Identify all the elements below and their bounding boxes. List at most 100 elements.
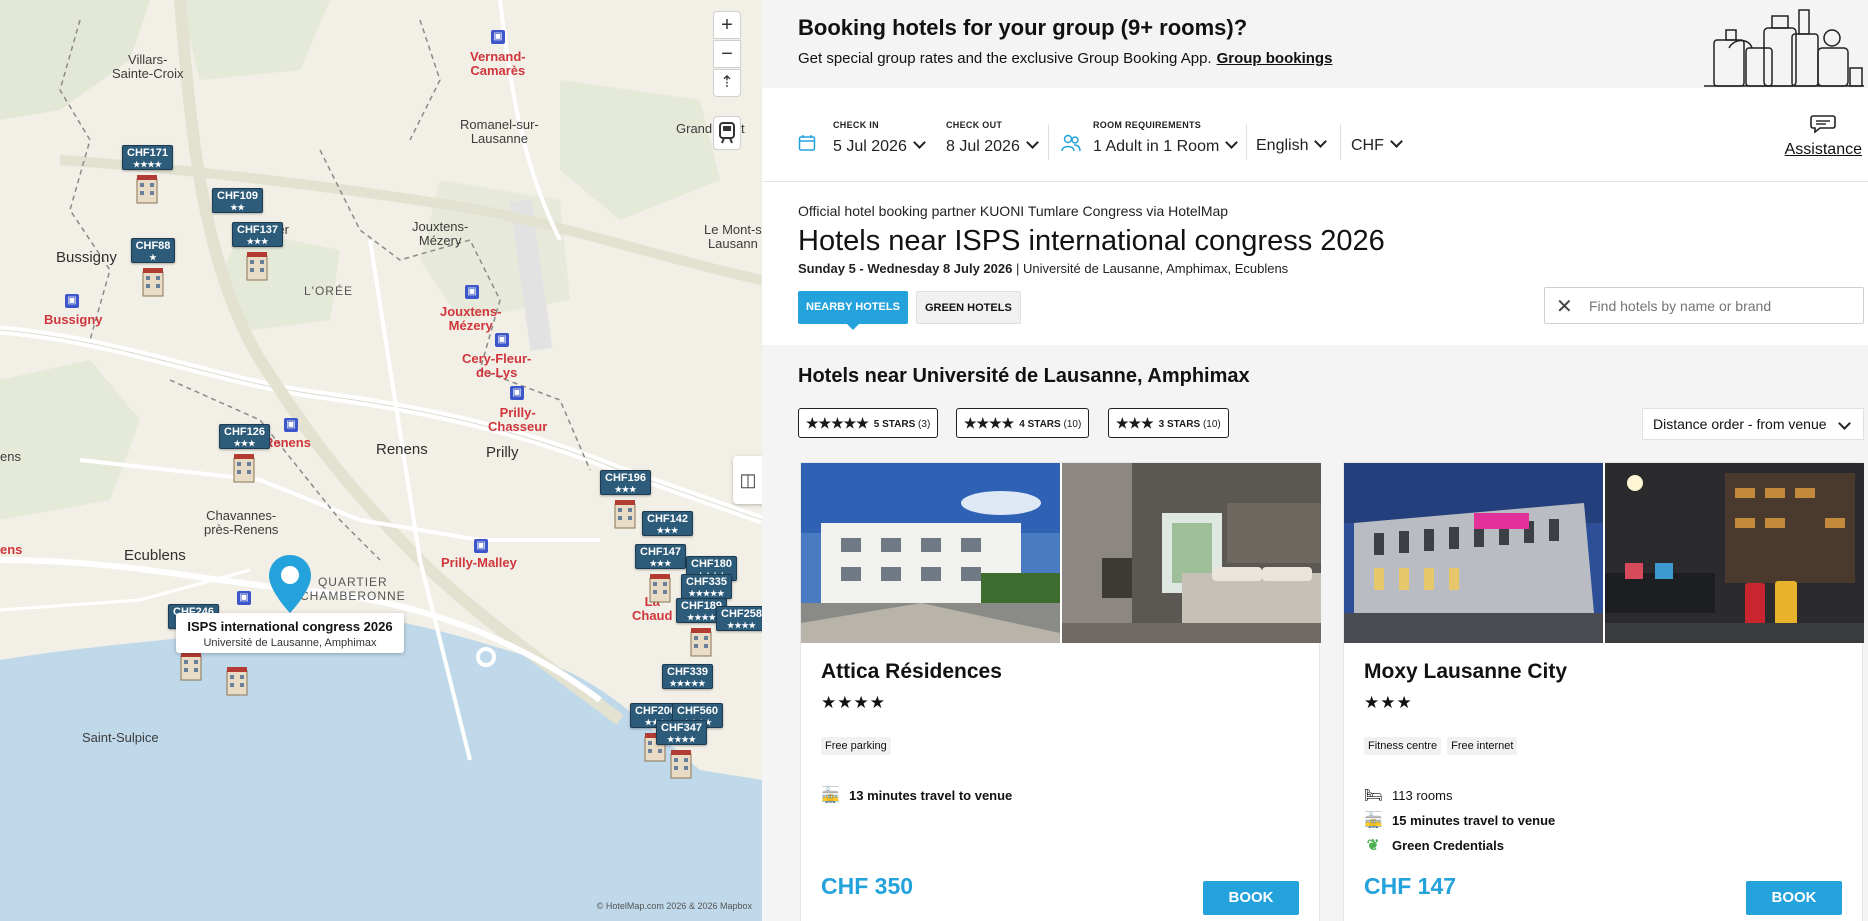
place-label: Prilly	[486, 444, 519, 461]
tram-icon: 🚋	[821, 787, 840, 804]
train-station-icon: ▣	[284, 418, 298, 432]
map-background	[0, 0, 762, 921]
station-label: Jouxtens- Mézery	[440, 304, 502, 333]
hotel-pin[interactable]: CHF126 ★★★	[219, 424, 270, 484]
train-station-icon: ▣	[491, 30, 505, 44]
station-label: Prilly-Malley	[441, 555, 517, 570]
hotel-pin[interactable]: CHF335 ★★★★★	[681, 574, 732, 601]
hotel-pin[interactable]: CHF88 ★	[128, 238, 178, 298]
filter-3-stars[interactable]: ★★★ 3 STARS (10)	[1108, 408, 1229, 438]
station-label: Prilly- Chasseur	[488, 405, 548, 434]
hotel-pin[interactable]: CHF258 ★★★★	[716, 606, 762, 633]
page-title: Hotels near ISPS international congress …	[798, 225, 1385, 257]
hotel-exterior-photo	[801, 463, 1060, 643]
train-station-icon: ▣	[474, 539, 488, 553]
place-label: Jouxtens- Mézery	[412, 219, 469, 248]
venue-popup-title: ISPS international congress 2026	[187, 619, 393, 634]
place-label: Villars- Sainte-Croix	[112, 52, 184, 81]
leaf-icon: ❦	[1366, 837, 1380, 854]
currency-select[interactable]: CHF	[1351, 135, 1403, 155]
train-icon	[719, 122, 735, 144]
travel-time: 🚋 15 minutes travel to venue	[1364, 812, 1556, 829]
hotel-card[interactable]: Attica Résidences ★★★★ Free parking 🚋 13 …	[800, 462, 1321, 921]
hotel-pin[interactable]: CHF137 ★★★	[232, 222, 283, 282]
zoom-in-button[interactable]: +	[713, 11, 741, 39]
hotel-price: CHF 147	[1364, 873, 1457, 899]
hotel-pin[interactable]: CHF339 ★★★★★	[662, 664, 713, 691]
place-label: L'ORÉE	[304, 284, 353, 298]
event-dates: Sunday 5 - Wednesday 8 July 2026 | Unive…	[798, 261, 1289, 276]
book-button[interactable]: BOOK	[1746, 881, 1842, 915]
transit-toggle-button[interactable]	[713, 116, 741, 150]
venue-marker-icon[interactable]	[266, 553, 314, 615]
group-banner-title: Booking hotels for your group (9+ rooms)…	[798, 15, 1248, 40]
chevron-down-icon	[912, 136, 926, 149]
train-station-icon: ▣	[465, 285, 479, 299]
hotel-pin[interactable]: CHF109 ★★	[212, 188, 263, 215]
hotel-card[interactable]: Moxy Lausanne City ★★★ Fitness centre Fre…	[1343, 462, 1864, 921]
group-bookings-link[interactable]: Group bookings	[1217, 50, 1333, 67]
checkin-field[interactable]: CHECK IN 5 Jul 2026	[833, 120, 926, 156]
hotel-building-icon	[226, 667, 248, 696]
station-label: Cery-Fleur-de-Lys	[462, 351, 532, 380]
hotel-building-icon	[180, 652, 202, 681]
tram-icon: 🚋	[1364, 812, 1383, 829]
divider	[1340, 124, 1341, 160]
event-intro: Official hotel booking partner KUONI Tum…	[798, 203, 1858, 276]
train-station-icon: ▣	[495, 333, 509, 347]
guests-icon	[1061, 134, 1081, 152]
clear-search-icon[interactable]: ✕	[1556, 294, 1573, 319]
amenity-tag: Fitness centre	[1364, 737, 1442, 755]
divider	[1246, 124, 1247, 160]
chevron-down-icon	[1838, 417, 1851, 430]
book-button[interactable]: BOOK	[1203, 881, 1299, 915]
bed-icon: 🛏	[1364, 787, 1384, 804]
station-label: ens	[0, 542, 23, 557]
green-credentials[interactable]: ❦ Green Credentials	[1364, 836, 1504, 854]
filter-4-stars[interactable]: ★★★★ 4 STARS (10)	[956, 408, 1090, 438]
place-label: Bussigny	[56, 249, 117, 266]
compass-button[interactable]: ⇡	[713, 69, 741, 97]
place-label: Chavannes-près-Renens	[204, 508, 279, 537]
tab-nearby-hotels[interactable]: NEARBY HOTELS	[798, 291, 908, 330]
filter-5-stars[interactable]: ★★★★★ 5 STARS (3)	[798, 408, 939, 438]
search-bar: CHECK IN 5 Jul 2026 CHECK OUT 8 Jul 2026…	[762, 88, 1868, 182]
place-label: Le Mont-s Lausann	[704, 222, 762, 251]
hotel-pin[interactable]: CHF147 ★★★	[635, 544, 686, 604]
tab-green-hotels[interactable]: GREEN HOTELS	[916, 291, 1021, 324]
place-label: Romanel-sur- Lausanne	[460, 117, 539, 146]
results-panel: Booking hotels for your group (9+ rooms)…	[762, 0, 1868, 921]
station-label: Bussigny	[44, 312, 103, 327]
zoom-out-button[interactable]: −	[713, 40, 741, 68]
calendar-icon	[798, 135, 816, 151]
chevron-down-icon	[1225, 136, 1239, 149]
hotel-search-box: ✕	[1544, 287, 1864, 324]
hotel-pin[interactable]: CHF171 ★★★★	[122, 145, 173, 205]
venue-popup: ISPS international congress 2026 Univers…	[176, 613, 404, 653]
hotel-price: CHF 350	[821, 873, 914, 899]
room-requirements-field[interactable]: ROOM REQUIREMENTS 1 Adult in 1 Room	[1093, 120, 1239, 156]
hotel-exterior-photo	[1344, 463, 1603, 643]
place-label: Saint-Sulpice	[82, 730, 159, 745]
luggage-illustration-icon	[1704, 9, 1864, 87]
split-panel-icon: ◫	[739, 470, 757, 490]
station-label: Renens	[264, 435, 311, 450]
language-select[interactable]: English	[1256, 135, 1328, 155]
place-label: ens	[0, 449, 21, 464]
hotel-map[interactable]: Villars- Sainte-Croix Bussigny Romanel-su…	[0, 0, 762, 921]
group-banner-text: Get special group rates and the exclusiv…	[798, 50, 1333, 67]
collapse-map-handle[interactable]: ◫	[733, 456, 762, 504]
hotel-search-input[interactable]	[1589, 296, 1849, 316]
chat-bubble-icon	[1810, 115, 1837, 134]
checkout-field[interactable]: CHECK OUT 8 Jul 2026	[946, 120, 1039, 156]
hotel-pin[interactable]: CHF347 ★★★★	[656, 720, 707, 780]
map-credit: © HotelMap.com 2026 & 2026 Mapbox	[596, 901, 752, 911]
sort-select[interactable]: Distance order - from venue	[1642, 408, 1864, 440]
amenity-tag: Free parking	[821, 737, 891, 755]
hotel-pin[interactable]: CHF142 ★★★	[642, 511, 693, 538]
place-label: QUARTIER CHAMBERONNE	[300, 575, 406, 603]
hotel-name[interactable]: Attica Résidences	[821, 660, 1002, 684]
assistance-button[interactable]: Assistance	[1785, 114, 1862, 159]
train-station-icon: ▣	[510, 386, 524, 400]
hotel-name[interactable]: Moxy Lausanne City	[1364, 660, 1567, 684]
